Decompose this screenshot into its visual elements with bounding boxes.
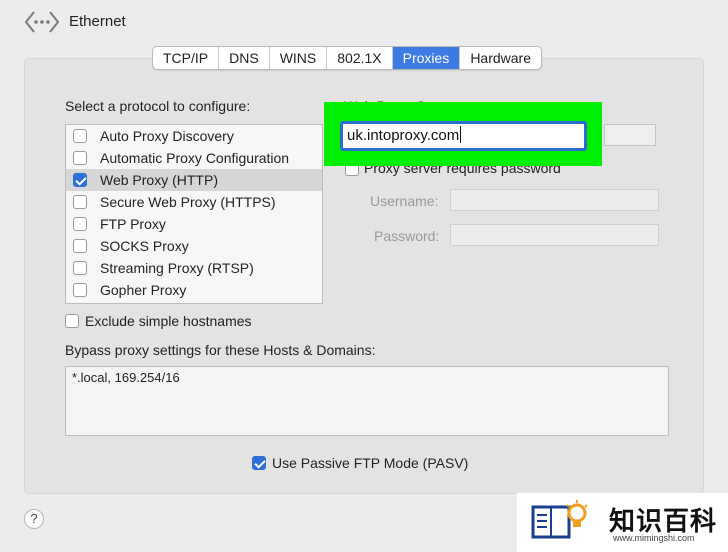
protocol-checkbox[interactable] <box>73 283 87 297</box>
password-field[interactable] <box>450 224 659 246</box>
username-field[interactable] <box>450 189 659 211</box>
tab-proxies[interactable]: Proxies <box>392 47 461 69</box>
protocol-item-auto-discovery[interactable]: Auto Proxy Discovery <box>66 125 322 147</box>
proxy-server-value: uk.intoproxy.com <box>347 127 460 144</box>
tab-wins[interactable]: WINS <box>270 47 328 69</box>
passive-ftp-label: Use Passive FTP Mode (PASV) <box>272 455 469 471</box>
protocol-item-web-proxy[interactable]: Web Proxy (HTTP) <box>66 169 322 191</box>
protocol-item-streaming-proxy[interactable]: Streaming Proxy (RTSP) <box>66 257 322 279</box>
tab-tcpip[interactable]: TCP/IP <box>153 47 220 69</box>
protocol-label: Streaming Proxy (RTSP) <box>100 260 254 276</box>
protocol-label: Auto Proxy Discovery <box>100 128 234 144</box>
protocol-heading: Select a protocol to configure: <box>65 98 251 114</box>
proxy-port-input[interactable] <box>604 124 656 146</box>
protocol-item-socks-proxy[interactable]: SOCKS Proxy <box>66 235 322 257</box>
tab-bar: TCP/IP DNS WINS 802.1X Proxies Hardware <box>152 46 543 70</box>
protocol-checkbox[interactable] <box>73 239 87 253</box>
protocol-item-gopher-proxy[interactable]: Gopher Proxy <box>66 279 322 301</box>
protocol-label: Automatic Proxy Configuration <box>100 150 290 166</box>
protocol-checkbox[interactable] <box>73 173 87 187</box>
protocol-checkbox[interactable] <box>73 261 87 275</box>
protocol-label: Gopher Proxy <box>100 282 187 298</box>
watermark-url: www.mimingshi.com <box>613 533 695 543</box>
help-button[interactable]: ? <box>24 509 44 529</box>
protocol-checkbox[interactable] <box>73 217 87 231</box>
exclude-hostnames-label: Exclude simple hostnames <box>85 313 252 329</box>
window-title: Ethernet <box>69 13 126 30</box>
text-caret <box>460 126 462 143</box>
bypass-heading: Bypass proxy settings for these Hosts & … <box>65 342 376 358</box>
protocol-checkbox[interactable] <box>73 195 87 209</box>
protocol-item-auto-config[interactable]: Automatic Proxy Configuration <box>66 147 322 169</box>
protocol-label: SOCKS Proxy <box>100 238 189 254</box>
protocol-label: Web Proxy (HTTP) <box>100 172 218 188</box>
protocol-label: Secure Web Proxy (HTTPS) <box>100 194 276 210</box>
protocol-list: Auto Proxy Discovery Automatic Proxy Con… <box>65 124 323 304</box>
protocol-item-secure-web-proxy[interactable]: Secure Web Proxy (HTTPS) <box>66 191 322 213</box>
bypass-textarea[interactable]: *.local, 169.254/16 <box>65 366 669 436</box>
protocol-label: FTP Proxy <box>100 216 166 232</box>
proxy-server-input[interactable]: uk.intoproxy.com <box>340 121 587 151</box>
tab-dns[interactable]: DNS <box>219 47 270 69</box>
watermark-logo: 知识百科 www.mimingshi.com <box>517 493 728 552</box>
protocol-checkbox[interactable] <box>73 151 87 165</box>
title-bar: Ethernet <box>0 0 728 46</box>
password-label: Password: <box>374 228 440 244</box>
protocol-item-ftp-proxy[interactable]: FTP Proxy <box>66 213 322 235</box>
book-lightbulb-icon <box>531 500 588 539</box>
exclude-hostnames-checkbox[interactable] <box>65 314 79 328</box>
tab-8021x[interactable]: 802.1X <box>327 47 393 69</box>
protocol-checkbox[interactable] <box>73 129 87 143</box>
passive-ftp-checkbox[interactable] <box>252 456 266 470</box>
username-label: Username: <box>370 193 439 209</box>
tab-hardware[interactable]: Hardware <box>460 47 541 69</box>
show-all-grid-icon[interactable] <box>24 10 60 34</box>
